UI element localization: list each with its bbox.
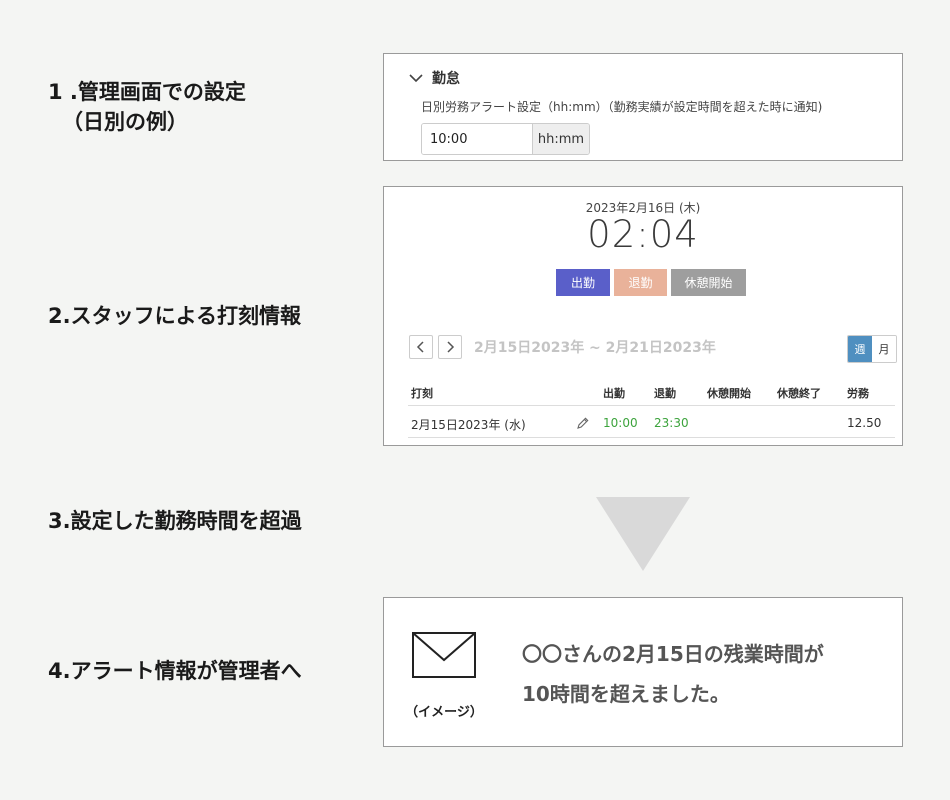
date-range: 2月15日2023年 ~ 2月21日2023年 <box>474 340 716 356</box>
step-1-subtitle: （日別の例） <box>62 110 188 134</box>
section-title: 勤怠 <box>432 71 460 87</box>
alert-message-line-2: 10時間を超えました。 <box>522 682 730 706</box>
down-arrow-icon <box>596 497 690 571</box>
next-week-button[interactable] <box>438 335 462 359</box>
step-1-title: 1 .管理画面での設定 <box>48 80 246 104</box>
time-unit-addon: hh:mm <box>532 124 589 154</box>
break-start-button[interactable]: 休憩開始 <box>671 269 746 296</box>
step-3-label: 3.設定した勤務時間を超過 <box>48 509 302 533</box>
header-break-start: 休憩開始 <box>707 387 751 400</box>
alert-message-line-1: 〇〇さんの2月15日の残業時間が <box>522 642 824 666</box>
view-toggle: 週 月 <box>847 335 897 363</box>
punch-panel: 2023年2月16日 (木) 02:04 出勤 退勤 休憩開始 2月15日202… <box>383 186 903 446</box>
prev-week-button[interactable] <box>409 335 433 359</box>
step-1-label: 1 .管理画面での設定 （日別の例） <box>48 77 246 137</box>
chevron-down-icon[interactable] <box>408 70 424 86</box>
settings-panel: 勤怠 日別労務アラート設定（hh:mm）（勤務実績が設定時間を超えた時に通知) … <box>383 53 903 161</box>
header-punch: 打刻 <box>411 387 433 400</box>
chevron-right-icon <box>447 341 455 353</box>
pencil-icon[interactable] <box>576 416 590 430</box>
image-caption: （イメージ） <box>405 705 483 720</box>
attendance-section-header[interactable]: 勤怠 <box>408 68 460 88</box>
clock-out-button[interactable]: 退勤 <box>614 269 667 296</box>
punch-buttons: 出勤 退勤 休憩開始 <box>556 269 746 296</box>
envelope-icon <box>412 632 476 678</box>
header-hours: 労務 <box>847 387 869 400</box>
daily-alert-label: 日別労務アラート設定（hh:mm）（勤務実績が設定時間を超えた時に通知) <box>421 100 823 114</box>
header-clock-out: 退勤 <box>654 387 676 400</box>
row-hours: 12.50 <box>847 416 882 430</box>
daily-alert-input-group: hh:mm <box>421 123 590 155</box>
notification-panel: （イメージ） 〇〇さんの2月15日の残業時間が 10時間を超えました。 <box>383 597 903 747</box>
table-row-divider <box>408 437 895 438</box>
week-view-button[interactable]: 週 <box>848 336 872 362</box>
step-2-label: 2.スタッフによる打刻情報 <box>48 304 301 328</box>
step-4-label: 4.アラート情報が管理者へ <box>48 659 302 683</box>
month-view-button[interactable]: 月 <box>872 336 896 362</box>
row-date: 2月15日2023年 (水) <box>411 418 526 432</box>
row-clock-in: 10:00 <box>603 416 638 430</box>
header-clock-in: 出勤 <box>603 387 625 400</box>
header-break-end: 休憩終了 <box>777 387 821 400</box>
current-time: 02:04 <box>587 213 699 256</box>
table-divider <box>408 405 895 406</box>
row-clock-out: 23:30 <box>654 416 689 430</box>
chevron-left-icon <box>416 341 424 353</box>
daily-alert-time-input[interactable] <box>422 124 532 154</box>
clock-in-button[interactable]: 出勤 <box>556 269 610 296</box>
